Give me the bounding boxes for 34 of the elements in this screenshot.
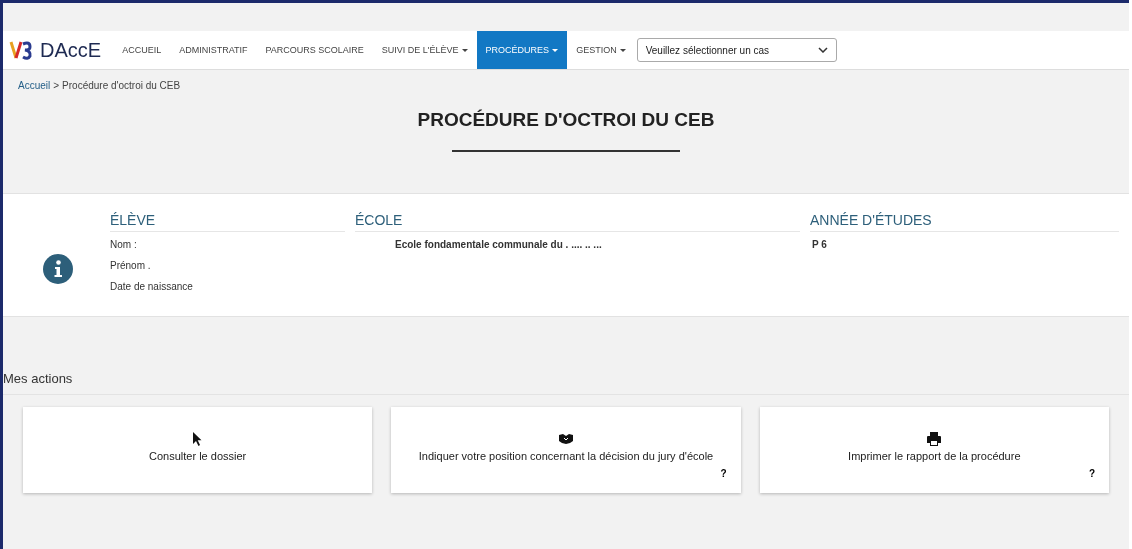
nav-menu-item[interactable]: PROCÉDURES [476, 31, 568, 69]
breadcrumb-separator: > [53, 80, 60, 91]
action-label: Indiquer votre position concernant la décision du jury d'école [418, 450, 714, 462]
logo-icon [8, 39, 34, 61]
breadcrumb-link[interactable]: Accueil [18, 80, 51, 91]
action-label: Consulter le dossier [149, 450, 247, 462]
action-card[interactable]: Imprimer le rapport de la procédure ? [759, 407, 1109, 493]
info-text: Prénom . [110, 260, 152, 271]
chevron-down-icon [817, 47, 828, 53]
nav-menu-item[interactable]: ADMINISTRATIF [170, 31, 257, 69]
help-link[interactable]: ? [1088, 468, 1095, 479]
action-label: Imprimer le rapport de la procédure [848, 450, 1021, 462]
nav-menu-item[interactable]: SUIVI DE L'ÉLÈVE [372, 31, 477, 69]
case-select[interactable]: Veuillez sélectionner un cas [636, 38, 837, 62]
nav-menu-item[interactable]: GESTION [567, 31, 635, 69]
section-heading: ÉLÈVE [110, 212, 345, 232]
section-heading: ÉCOLE [355, 212, 800, 232]
printer-icon [926, 431, 943, 447]
nav-menu-item[interactable]: PARCOURS SCOLAIRE [256, 31, 373, 69]
info-text: P 6 [811, 239, 828, 250]
info-text: Nom : [110, 239, 138, 250]
nav-menu-item[interactable]: ACCUEIL [113, 31, 171, 69]
section-title: Mes actions [3, 371, 1129, 395]
help-link[interactable]: ? [720, 468, 727, 479]
info-text: Date de naissance [110, 281, 194, 292]
breadcrumb-current: Procédure d'octroi du CEB [62, 80, 181, 91]
action-card[interactable]: Indiquer votre position concernant la décision du jury d'école ? [391, 407, 741, 493]
logo-text[interactable]: DAccE [40, 38, 102, 62]
info-icon [43, 254, 73, 284]
action-card[interactable]: Consulter le dossier [23, 407, 373, 493]
page-title: PROCÉDURE D'OCTROI DU CEB [417, 109, 715, 131]
info-text: Ecole fondamentale communale du . .... .. ... [394, 239, 603, 250]
handshake-icon [558, 431, 574, 447]
section-heading: ANNÉE D'ÉTUDES [810, 212, 1119, 232]
